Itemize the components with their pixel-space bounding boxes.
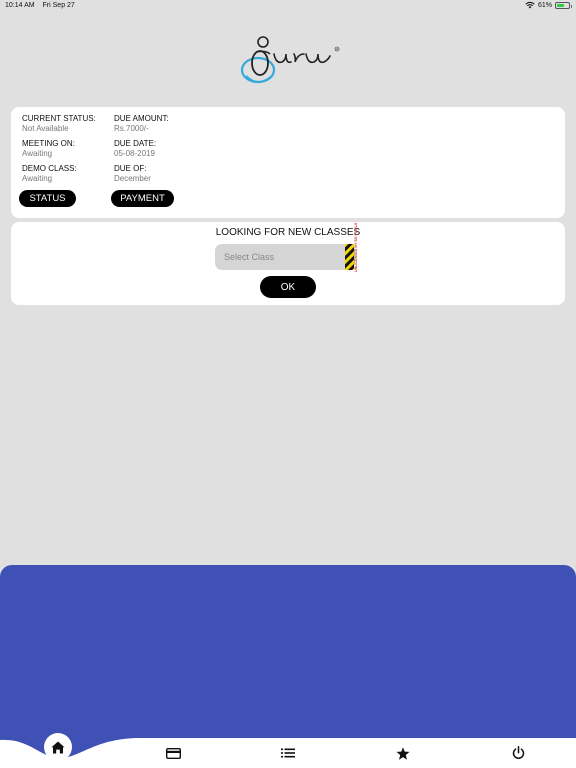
guru-logo: R	[240, 36, 340, 84]
due-amount-field: DUE AMOUNT: Rs.7000/-	[114, 114, 169, 134]
due-date-value: 05-08-2019	[114, 149, 155, 158]
tab-logout[interactable]	[508, 744, 528, 762]
meeting-on-field: MEETING ON: Awaiting	[22, 139, 75, 159]
tab-favorites[interactable]	[393, 744, 413, 762]
current-status-value: Not Available	[22, 124, 69, 133]
svg-text:R: R	[336, 47, 338, 51]
payment-button[interactable]: PAYMENT	[111, 190, 174, 207]
tab-bar	[0, 728, 576, 768]
new-classes-title: LOOKING FOR NEW CLASSES	[215, 227, 361, 238]
due-amount-label: DUE AMOUNT:	[114, 114, 169, 123]
status-bar: 10:14 AM Fri Sep 27 61%	[0, 0, 576, 12]
current-status-field: CURRENT STATUS: Not Available	[22, 114, 96, 134]
unlicensed-ribbon: UNLICENSED BY SO PIXELS	[345, 222, 358, 272]
list-icon	[281, 748, 295, 758]
due-of-label: DUE OF:	[114, 164, 147, 173]
status-date: Fri Sep 27	[42, 2, 75, 9]
wifi-icon	[525, 1, 535, 9]
status-button[interactable]: STATUS	[19, 190, 76, 207]
due-of-value: December	[114, 174, 151, 183]
battery-icon	[555, 1, 572, 9]
battery-fill	[557, 3, 564, 7]
ribbon-text: UNLICENSED BY SO PIXELS	[354, 222, 358, 272]
due-date-label: DUE DATE:	[114, 139, 157, 148]
ok-button[interactable]: OK	[260, 276, 316, 298]
credit-card-icon	[165, 747, 181, 759]
due-date-field: DUE DATE: 05-08-2019	[114, 139, 156, 159]
demo-class-field: DEMO CLASS: Awaiting	[22, 164, 77, 184]
tab-payments[interactable]	[163, 745, 183, 761]
due-of-field: DUE OF: December	[114, 164, 151, 184]
status-time: 10:14 AM	[5, 2, 35, 9]
new-classes-card: LOOKING FOR NEW CLASSES Select Class UNL…	[11, 222, 565, 305]
home-icon	[51, 741, 65, 753]
battery-percent: 61%	[537, 1, 552, 9]
due-amount-value: Rs.7000/-	[114, 124, 149, 133]
select-class-dropdown[interactable]: Select Class	[215, 244, 355, 270]
demo-class-value: Awaiting	[22, 174, 53, 183]
tab-list[interactable]	[278, 745, 298, 761]
tab-home[interactable]	[44, 733, 72, 761]
power-icon	[512, 746, 524, 760]
status-card: CURRENT STATUS: Not Available MEETING ON…	[11, 107, 565, 218]
meeting-on-label: MEETING ON:	[22, 139, 75, 148]
star-icon	[396, 746, 410, 760]
meeting-on-value: Awaiting	[22, 149, 53, 158]
current-status-label: CURRENT STATUS:	[22, 114, 96, 123]
demo-class-label: DEMO CLASS:	[22, 164, 77, 173]
